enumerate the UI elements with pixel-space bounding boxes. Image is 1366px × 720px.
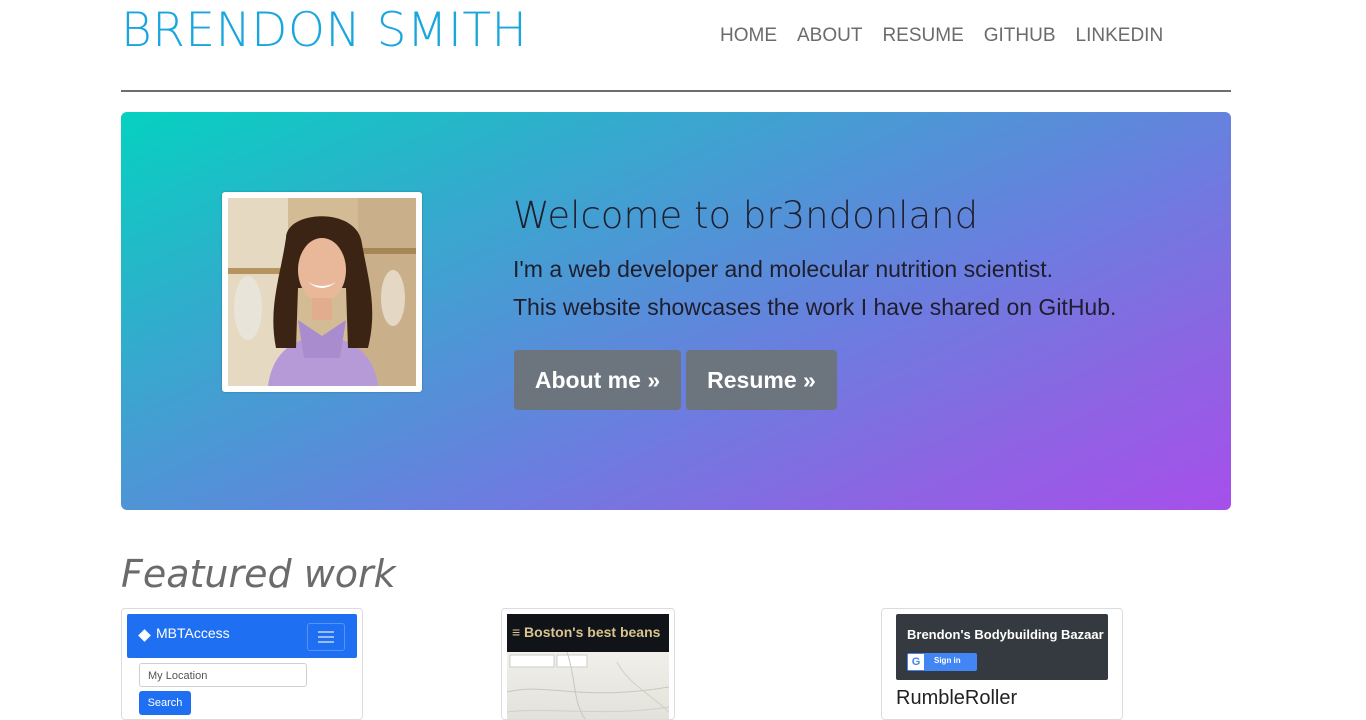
location-input-preview: My Location [139, 663, 307, 687]
bazaar-header: Brendon's Bodybuilding Bazaar G Sign in [896, 614, 1108, 680]
nav-github[interactable]: GITHUB [984, 22, 1056, 50]
about-me-button[interactable]: About me » [514, 350, 681, 410]
mbtaccess-title: MBTAccess [156, 625, 230, 641]
hamburger-menu-icon [307, 623, 345, 651]
header-divider [121, 90, 1231, 92]
hero-banner: Welcome to br3ndonland I'm a web develop… [121, 112, 1231, 510]
map-preview [506, 651, 670, 719]
hero-title: Welcome to br3ndonland [513, 194, 979, 237]
main-nav: HOME ABOUT RESUME GITHUB LINKEDIN [720, 22, 1183, 50]
boston-beans-header: ≡ Boston's best beans [507, 614, 669, 652]
directions-icon [138, 629, 151, 642]
search-button-preview: Search [139, 691, 191, 715]
google-icon: G [908, 654, 924, 670]
featured-work-heading: Featured work [121, 552, 396, 596]
product-name: RumbleRoller [896, 687, 1018, 709]
project-card-mbtaccess[interactable]: MBTAccess My Location Search [121, 608, 363, 720]
nav-about[interactable]: ABOUT [797, 22, 862, 50]
boston-beans-title: ≡ Boston's best beans [512, 624, 661, 640]
site-title[interactable]: BRENDON SMITH [121, 2, 527, 60]
hero-tagline: I'm a web developer and molecular nutrit… [513, 256, 1054, 282]
nav-home[interactable]: HOME [720, 22, 777, 50]
map-lines [506, 651, 670, 719]
google-signin-button-preview: G Sign in [907, 653, 977, 671]
profile-photo [228, 198, 416, 386]
hero-description: This website showcases the work I have s… [513, 294, 1117, 320]
resume-button[interactable]: Resume » [686, 350, 837, 410]
profile-photo-illustration [228, 198, 416, 386]
mbtaccess-navbar: MBTAccess [127, 614, 357, 658]
project-card-boston-beans[interactable]: ≡ Boston's best beans [501, 608, 675, 720]
nav-linkedin[interactable]: LINKEDIN [1076, 22, 1164, 50]
project-card-bodybuilding-bazaar[interactable]: Brendon's Bodybuilding Bazaar G Sign in … [881, 608, 1123, 720]
signin-label: Sign in [934, 656, 961, 665]
bazaar-title: Brendon's Bodybuilding Bazaar [907, 627, 1104, 642]
profile-photo-frame [222, 192, 422, 392]
nav-resume[interactable]: RESUME [882, 22, 963, 50]
